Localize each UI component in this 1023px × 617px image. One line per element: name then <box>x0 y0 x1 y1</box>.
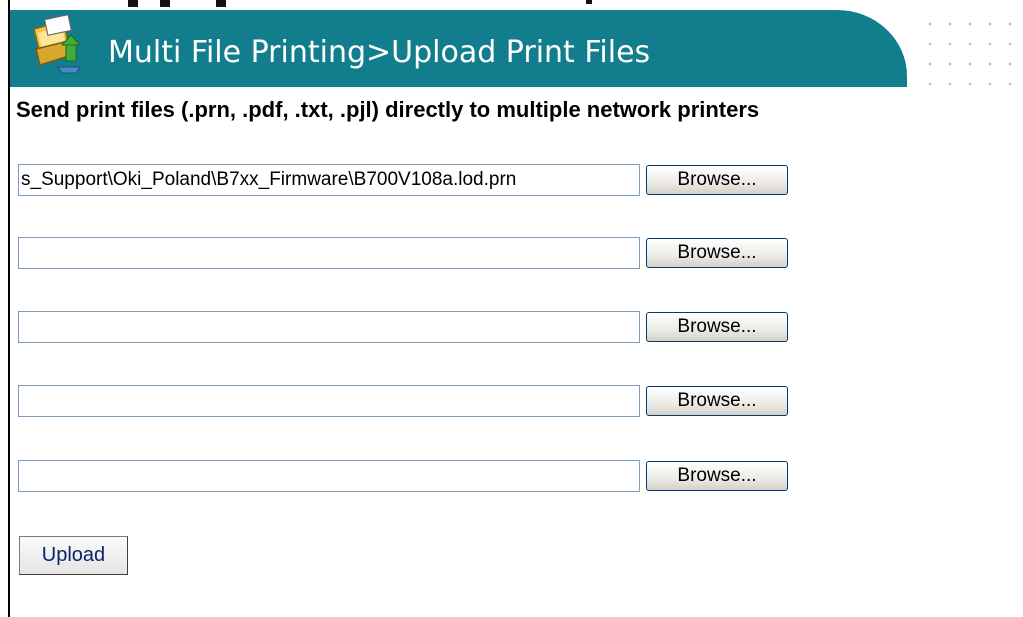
decorative-dot-grid <box>918 12 1016 86</box>
browse-button-1[interactable]: Browse... <box>646 165 788 195</box>
file-row-5: Browse... <box>18 460 798 494</box>
file-path-input-3[interactable] <box>18 311 640 343</box>
upload-button[interactable]: Upload <box>19 536 128 575</box>
file-row-2: Browse... <box>18 237 798 271</box>
browse-button-2[interactable]: Browse... <box>646 238 788 268</box>
file-row-3: Browse... <box>18 311 798 345</box>
page-description: Send print files (.prn, .pdf, .txt, .pjl… <box>16 97 760 122</box>
browse-button-3[interactable]: Browse... <box>646 312 788 342</box>
file-path-input-2[interactable] <box>18 237 640 269</box>
page-title: Multi File Printing>Upload Print Files <box>108 35 651 70</box>
browse-button-4[interactable]: Browse... <box>646 386 788 416</box>
cropped-top-text <box>120 0 620 8</box>
file-path-input-4[interactable] <box>18 385 640 417</box>
file-row-4: Browse... <box>18 385 798 419</box>
browse-button-5[interactable]: Browse... <box>646 461 788 491</box>
page: Multi File Printing>Upload Print Files S… <box>0 0 1023 617</box>
file-row-1: s_Support\Oki_Poland\B7xx_Firmware\B700V… <box>18 164 798 198</box>
printer-upload-icon <box>28 13 86 75</box>
frame-border <box>8 0 10 617</box>
file-path-input-5[interactable] <box>18 460 640 492</box>
file-path-input-1[interactable]: s_Support\Oki_Poland\B7xx_Firmware\B700V… <box>18 164 640 196</box>
